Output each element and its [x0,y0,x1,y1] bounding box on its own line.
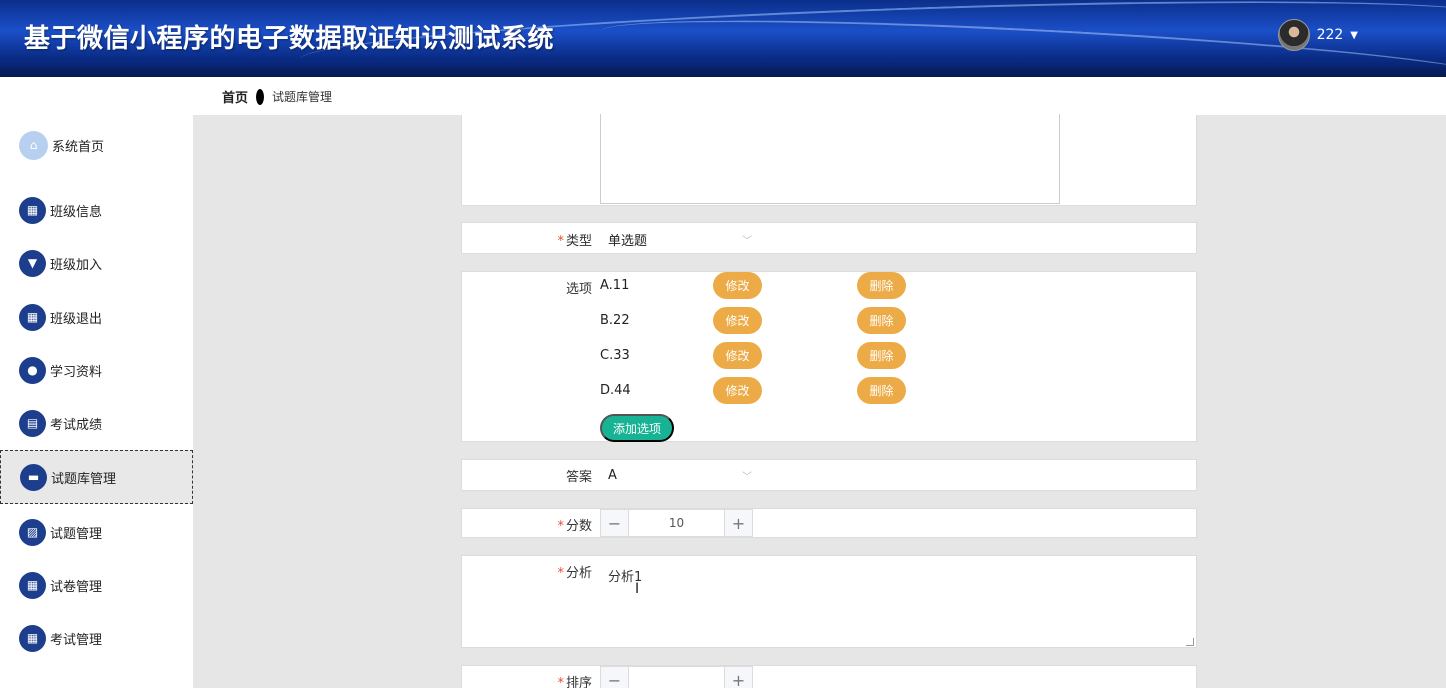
question-textarea[interactable] [600,114,1060,204]
sidebar-item-home[interactable]: ⌂ 系统首页 [0,118,193,172]
sidebar-item-label: 试卷管理 [50,579,103,595]
edit-option-button[interactable]: 修改 [713,342,762,369]
sidebar: ⌂ 系统首页 ▦ 班级信息 ▼ 班级加入 ▦ 班级退出 ● 学习资料 ▤ 考试成… [0,115,193,688]
delete-option-button[interactable]: 删除 [857,307,906,334]
sidebar-item-label: 考试成绩 [50,417,103,433]
grid-icon: ▦ [19,624,46,652]
sidebar-item-class-info[interactable]: ▦ 班级信息 [0,183,193,237]
type-value: 单选题 [608,233,648,249]
edit-option-button[interactable]: 修改 [713,272,762,299]
resize-handle-icon[interactable] [1186,638,1194,646]
sidebar-item-class-exit[interactable]: ▦ 班级退出 [0,290,193,344]
sidebar-item-label: 考试管理 [50,632,103,648]
top-header: 基于微信小程序的电子数据取证知识测试系统 222 ▼ [0,0,1446,77]
breadcrumb-home[interactable]: 首页 [222,87,248,106]
type-row: * 类型 单选题 ﹀ [461,222,1197,254]
increment-button[interactable]: + [724,667,752,688]
answer-label: 答案 [565,470,592,485]
sidebar-item-label: 试题库管理 [51,471,117,487]
sidebar-item-label: 学习资料 [50,364,103,380]
breadcrumb-bar: 首页 试题库管理 [0,77,1446,115]
text-cursor-icon: I [635,581,640,597]
score-value[interactable]: 10 [629,510,724,536]
sidebar-item-papers[interactable]: ▦ 试卷管理 [0,558,193,612]
sidebar-item-label: 班级信息 [50,204,103,220]
grid-icon: ▦ [19,303,46,331]
edit-option-button[interactable]: 修改 [713,307,762,334]
chevron-down-icon: ﹀ [742,235,752,247]
answer-row: 答案 A ﹀ [461,459,1197,491]
sidebar-item-exams[interactable]: ▦ 考试管理 [0,611,193,665]
home-icon: ⌂ [19,130,48,160]
grid-icon: ▦ [19,571,46,599]
increment-button[interactable]: + [724,510,752,536]
add-option-button[interactable]: 添加选项 [600,414,674,442]
delete-option-button[interactable]: 删除 [857,272,906,299]
options-label: 选项 [565,282,592,297]
pin-icon: ▼ [19,249,46,277]
grid-icon: ▦ [19,196,46,224]
sort-value[interactable] [629,667,724,688]
analysis-row: * 分析 分析1 I [461,555,1197,648]
sidebar-item-class-join[interactable]: ▼ 班级加入 [0,236,193,290]
score-label: * 分数 [557,519,592,534]
delete-option-button[interactable]: 删除 [857,377,906,404]
option-item: A.11 [600,278,630,293]
table-icon: ▤ [19,409,46,437]
sidebar-item-label: 试题管理 [50,526,103,542]
sidebar-item-study-materials[interactable]: ● 学习资料 [0,343,193,397]
option-item: D.44 [600,383,631,398]
sidebar-item-exam-scores[interactable]: ▤ 考试成绩 [0,396,193,450]
option-item: B.22 [600,313,630,328]
delete-option-button[interactable]: 删除 [857,342,906,369]
score-row: * 分数 − 10 + [461,508,1197,538]
question-row [461,114,1197,206]
sort-label: * 排序 [557,676,592,688]
decrement-button[interactable]: − [601,510,629,536]
chevron-down-icon: ﹀ [742,471,752,483]
breadcrumb: 首页 试题库管理 [222,87,332,106]
sort-stepper[interactable]: − + [600,666,753,688]
answer-select[interactable]: A ﹀ [600,461,760,489]
sidebar-item-label: 系统首页 [52,139,105,155]
user-icon: ● [19,356,46,384]
answer-value: A [608,467,617,483]
avatar[interactable] [1277,19,1310,51]
username[interactable]: 222 [1317,27,1344,43]
header-decoration [0,62,1446,77]
type-select[interactable]: 单选题 ﹀ [600,225,760,253]
analysis-label: * 分析 [557,566,592,581]
user-menu[interactable]: 222 ▼ [1277,19,1358,51]
breadcrumb-current: 试题库管理 [272,90,333,104]
chart-icon: ▨ [19,518,46,546]
briefcase-icon: ▬ [20,463,47,491]
app-title: 基于微信小程序的电子数据取证知识测试系统 [24,24,555,54]
option-item: C.33 [600,348,630,363]
options-row: 选项 A.11 修改 删除 B.22 修改 删除 C.33 修改 删除 D.44… [461,271,1197,442]
edit-option-button[interactable]: 修改 [713,377,762,404]
sidebar-item-question-bank[interactable]: ▬ 试题库管理 [0,450,193,504]
type-label: * 类型 [557,234,592,249]
sidebar-item-label: 班级退出 [50,311,103,327]
sort-row: * 排序 − + [461,665,1197,688]
sidebar-item-questions[interactable]: ▨ 试题管理 [0,505,193,559]
decrement-button[interactable]: − [601,667,629,688]
analysis-textarea[interactable]: 分析1 [600,556,1196,648]
sidebar-item-label: 班级加入 [50,257,103,273]
score-stepper[interactable]: − 10 + [600,509,753,537]
chevron-down-icon[interactable]: ▼ [1350,30,1358,41]
separator-icon [256,88,265,105]
